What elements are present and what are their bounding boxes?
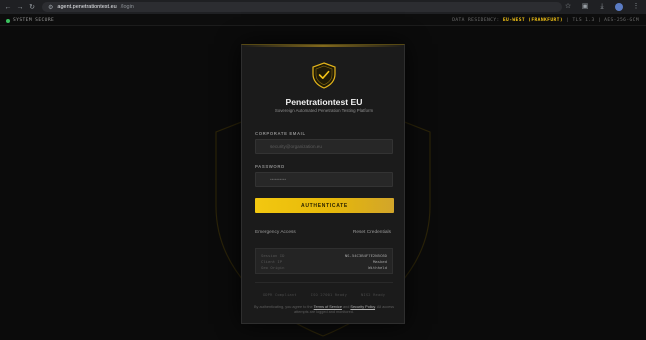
password-field-wrapper <box>255 172 393 187</box>
status-dot-icon <box>6 18 10 23</box>
extensions-icon[interactable]: ▣ <box>581 2 589 12</box>
back-icon[interactable]: ← <box>4 4 12 11</box>
divider <box>255 282 393 283</box>
gdpr-badge: GDPR Compliant <box>262 293 297 297</box>
status-bar: SYSTEM SECURE DATA RESIDENCY: EU-WEST (F… <box>0 14 646 26</box>
session-info-key: Geo Origin <box>261 264 285 270</box>
email-field[interactable] <box>270 144 388 149</box>
url-path: /login <box>120 4 134 10</box>
system-status: SYSTEM SECURE <box>6 18 54 23</box>
terms-notice: By authenticating, you agree to the Term… <box>252 305 396 315</box>
iso-badge: ISO 27001 Ready <box>310 293 347 297</box>
address-bar[interactable]: ⚙ agent.penetrationtest.eu/login <box>42 2 562 12</box>
emergency-access-link[interactable]: Emergency Access <box>255 230 296 235</box>
session-info-value: Withheld <box>368 264 387 270</box>
data-residency: DATA RESIDENCY: EU-WEST (FRANKFURT) | TL… <box>452 18 639 23</box>
browser-actions: ☆ ▣ ⤓ ⋮ <box>564 2 640 12</box>
reload-icon[interactable]: ↻ <box>28 4 36 11</box>
password-field[interactable] <box>270 177 388 182</box>
menu-icon[interactable]: ⋮ <box>632 2 640 12</box>
compliance-badges: GDPR Compliant ISO 27001 Ready NIS2 Read… <box>242 293 406 297</box>
terms-text-before: By authenticating, you agree to the <box>253 305 313 309</box>
residency-prefix: DATA RESIDENCY: <box>452 18 500 23</box>
authenticate-button[interactable]: AUTHENTICATE <box>255 198 394 213</box>
profile-avatar[interactable] <box>615 3 623 11</box>
nis2-badge: NIS2 Ready <box>361 293 386 297</box>
site-info-icon[interactable]: ⚙ <box>48 4 53 11</box>
session-info-panel: Session ID NS-54C3B4F7E2N5C6D Client IP … <box>255 248 393 274</box>
session-info-row: Geo Origin Withheld <box>261 265 387 271</box>
email-field-wrapper <box>255 139 393 154</box>
residency-region: EU-WEST (FRANKFURT) <box>502 18 564 23</box>
download-icon[interactable]: ⤓ <box>598 2 606 12</box>
page-title: Penetrationtest EU <box>285 97 363 107</box>
reset-credentials-link[interactable]: Reset Credentials <box>353 230 391 235</box>
security-policy-link[interactable]: Security Policy <box>350 305 375 309</box>
email-label: CORPORATE EMAIL <box>255 131 306 136</box>
forward-icon[interactable]: → <box>16 4 24 11</box>
page-subtitle: Sovereign Automated Penetration Testing … <box>274 108 374 113</box>
system-status-text: SYSTEM SECURE <box>13 18 55 23</box>
browser-toolbar: ← → ↻ ⚙ agent.penetrationtest.eu/login ☆… <box>0 0 646 14</box>
url-host: agent.penetrationtest.eu <box>57 4 117 10</box>
shield-check-icon <box>312 62 336 89</box>
login-card: Penetrationtest EU Sovereign Automated P… <box>241 44 405 324</box>
password-label: PASSWORD <box>255 164 285 169</box>
terms-of-service-link[interactable]: Terms of Service <box>314 305 342 309</box>
star-icon[interactable]: ☆ <box>564 2 572 12</box>
terms-text-and: and <box>343 305 350 309</box>
card-accent-line <box>242 45 404 47</box>
residency-suffix: | TLS 1.3 | AES-256-GCM <box>566 18 639 23</box>
browser-nav: ← → ↻ <box>4 4 36 11</box>
